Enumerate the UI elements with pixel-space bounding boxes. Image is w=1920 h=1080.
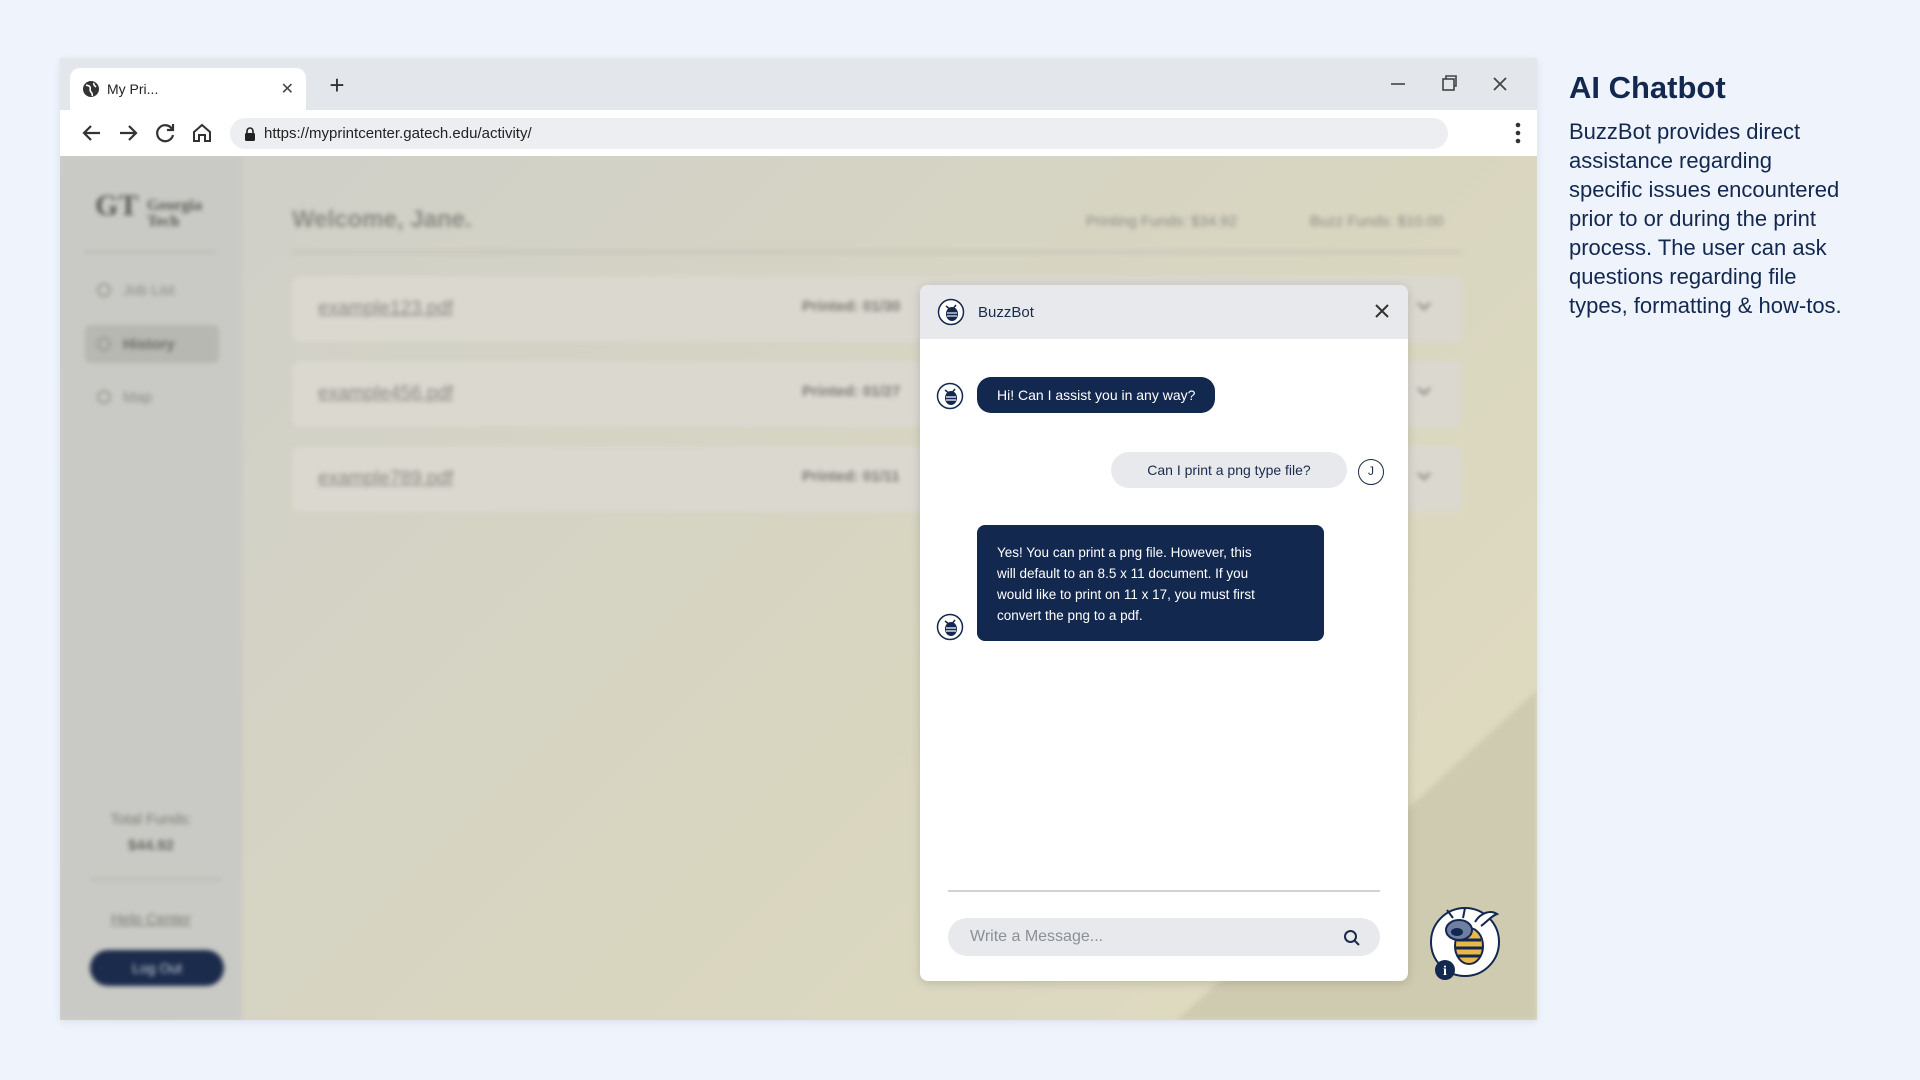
page-title: Welcome, Jane. <box>292 206 472 233</box>
user-message: Can I print a png type file? <box>1111 452 1347 488</box>
buzzbot-launcher-icon[interactable]: i <box>1425 900 1505 980</box>
minimize-icon[interactable] <box>1382 70 1414 98</box>
job-printed-date: Printed: 01/27 <box>802 383 901 400</box>
logo-text: Georgia Tech <box>147 197 203 230</box>
bee-avatar-icon <box>937 298 965 326</box>
url-field[interactable]: https://myprintcenter.gatech.edu/activit… <box>230 118 1448 149</box>
sidebar-item-label: Map <box>123 388 153 406</box>
bot-message-line: would like to print on 11 x 17, you must… <box>997 587 1255 602</box>
message-input[interactable] <box>948 918 1380 956</box>
forward-arrow-icon[interactable] <box>113 118 143 148</box>
job-printed-date: Printed: 01/30 <box>802 298 901 315</box>
chat-header: BuzzBot <box>920 285 1408 339</box>
restore-icon[interactable] <box>1433 70 1465 98</box>
description-line: prior to or during the print <box>1569 206 1817 231</box>
total-funds-value: $44.92 <box>128 837 174 854</box>
user-avatar: J <box>1358 459 1384 485</box>
sidebar-item-job-list[interactable]: Job List <box>85 271 219 309</box>
sidebar-divider <box>90 878 222 880</box>
description-line: specific issues encountered <box>1569 177 1840 202</box>
tab-close-icon[interactable]: ✕ <box>281 79 294 99</box>
chevron-down-icon[interactable] <box>1416 383 1432 399</box>
logout-button[interactable]: Log Out <box>90 950 224 986</box>
feature-description: BuzzBot provides direct assistance regar… <box>1569 117 1899 320</box>
bot-message: Yes! You can print a png file. However, … <box>977 525 1324 641</box>
sidebar: GT Georgia Tech Job List History Map Tot… <box>60 156 242 1020</box>
help-center-link[interactable]: Help Center <box>60 911 242 928</box>
chevron-down-icon[interactable] <box>1416 298 1432 314</box>
svg-text:i: i <box>1443 964 1447 979</box>
description-line: questions regarding file <box>1569 264 1797 289</box>
bot-message-line: will default to an 8.5 x 11 document. If… <box>997 566 1249 581</box>
more-menu-icon[interactable] <box>1513 120 1523 146</box>
map-pin-icon <box>97 390 111 404</box>
sidebar-item-label: History <box>123 335 175 353</box>
description-line: BuzzBot provides direct <box>1569 119 1801 144</box>
job-printed-date: Printed: 01/11 <box>802 468 900 485</box>
job-file-link[interactable]: example789.pdf <box>318 468 453 490</box>
url-text: https://myprintcenter.gatech.edu/activit… <box>264 125 532 142</box>
bee-avatar-icon <box>936 382 964 410</box>
description-line: types, formatting & how-tos. <box>1569 293 1842 318</box>
logo-mark: GT <box>95 189 139 222</box>
new-tab-button[interactable]: + <box>322 70 352 100</box>
job-file-link[interactable]: example123.pdf <box>318 298 453 320</box>
clock-icon <box>97 337 111 351</box>
job-file-link[interactable]: example456.pdf <box>318 383 453 405</box>
address-bar: https://myprintcenter.gatech.edu/activit… <box>60 110 1537 156</box>
sidebar-divider <box>84 251 216 253</box>
lock-icon <box>245 126 255 141</box>
total-funds-label: Total Funds: <box>110 811 192 828</box>
buzz-funds: Buzz Funds: $10.00 <box>1310 213 1444 230</box>
tab-bar: My Pri... ✕ + <box>60 58 1537 110</box>
feature-title: AI Chatbot <box>1569 70 1726 105</box>
chevron-down-icon[interactable] <box>1416 468 1432 484</box>
sidebar-item-map[interactable]: Map <box>85 378 219 416</box>
bot-message: Hi! Can I assist you in any way? <box>977 377 1216 413</box>
list-icon <box>97 283 111 297</box>
search-icon[interactable] <box>1342 928 1362 948</box>
back-arrow-icon[interactable] <box>77 118 107 148</box>
sidebar-item-label: Job List <box>123 281 175 299</box>
bot-message-line: Yes! You can print a png file. However, … <box>997 545 1252 560</box>
reload-icon[interactable] <box>150 118 180 148</box>
browser-tab[interactable]: My Pri... ✕ <box>70 68 306 110</box>
chat-divider <box>948 890 1380 892</box>
close-icon[interactable] <box>1372 301 1392 321</box>
header-divider <box>292 251 1462 253</box>
description-line: assistance regarding <box>1569 148 1773 173</box>
home-icon[interactable] <box>187 118 217 148</box>
bee-avatar-icon <box>936 613 964 641</box>
chat-title: BuzzBot <box>978 303 1034 321</box>
bot-message-line: convert the png to a pdf. <box>997 608 1143 623</box>
window-close-icon[interactable] <box>1484 70 1516 98</box>
sidebar-item-history[interactable]: History <box>85 325 219 363</box>
globe-icon <box>83 81 99 97</box>
tab-title: My Pri... <box>107 81 159 97</box>
description-line: process. The user can ask <box>1569 235 1827 260</box>
buzzbot-chat-window: BuzzBot Hi! Can I assist you in any way?… <box>920 285 1408 981</box>
printing-funds: Printing Funds: $34.92 <box>1086 213 1237 230</box>
